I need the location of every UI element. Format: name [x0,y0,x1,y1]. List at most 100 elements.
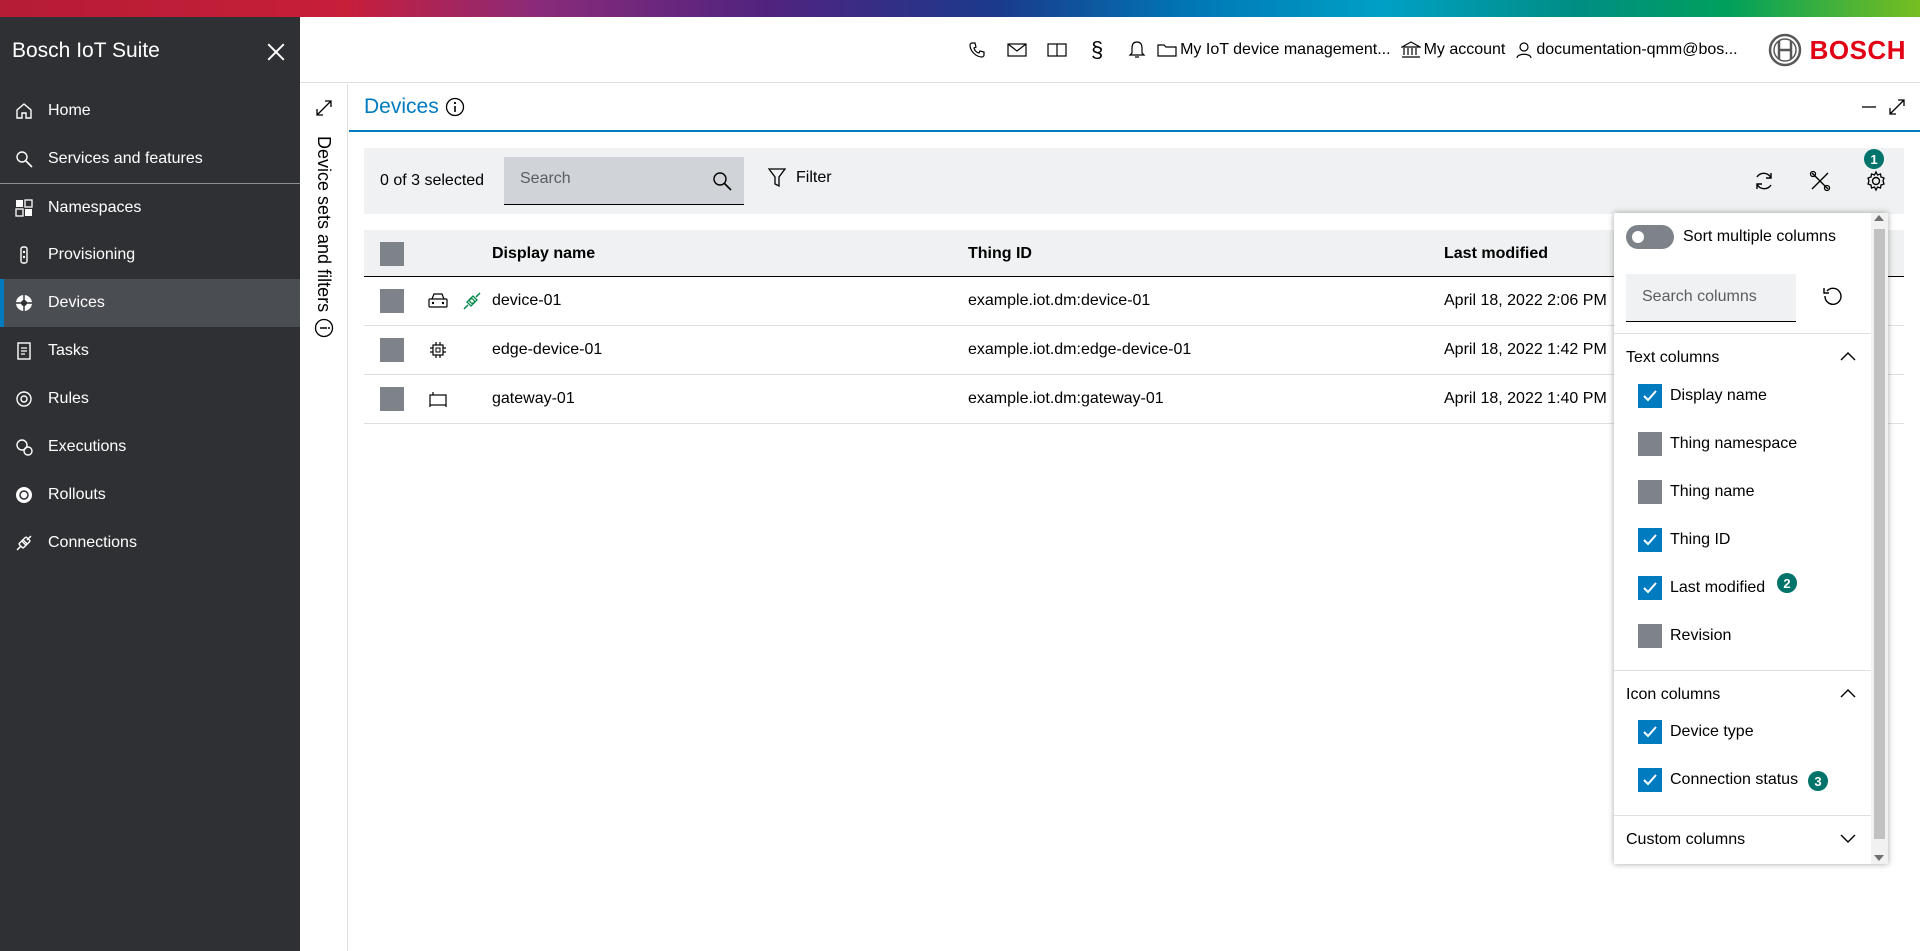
tasks-icon [14,341,34,361]
namespaces-icon [14,198,34,218]
tools-button[interactable] [1792,148,1848,214]
page-header: Devices [349,84,1920,132]
column-option-connection-status[interactable]: Connection status [1638,768,1798,792]
device-sets-toggle[interactable]: Device sets and filters [313,136,334,338]
checkbox-unchecked[interactable] [1638,624,1662,648]
checkbox-checked[interactable] [1638,384,1662,408]
refresh-button[interactable] [1736,148,1792,214]
checkbox-checked[interactable] [1638,528,1662,552]
subscription-link[interactable]: My IoT device management... [1157,41,1391,59]
select-all-checkbox[interactable] [380,242,404,266]
column-option-last-modified[interactable]: Last modified [1638,576,1765,600]
search-field[interactable] [504,157,744,205]
column-option-device-type[interactable]: Device type [1638,720,1754,744]
reset-icon[interactable] [1822,285,1844,307]
step-badge: 1 [1864,149,1884,169]
sidebar-item-label: Devices [48,294,105,311]
sidebar-item-provisioning[interactable]: Provisioning [0,231,300,279]
chip-icon [430,342,446,358]
sidebar-item-connections[interactable]: Connections [0,519,300,567]
provisioning-icon [14,245,34,265]
account-link[interactable]: My account [1400,41,1505,59]
paragraph-icon[interactable]: § [1077,17,1117,83]
close-icon[interactable] [265,41,287,63]
toolbar-actions: 1 [1736,148,1904,214]
expand-icon[interactable] [314,98,334,118]
sidebar-item-namespaces[interactable]: Namespaces [0,183,300,231]
column-settings-popover: Sort multiple columns Text columns Displ… [1614,213,1888,864]
column-header-last-modified[interactable]: Last modified [1444,245,1548,263]
filter-button[interactable]: Filter [768,168,832,188]
custom-columns-section-header[interactable]: Custom columns [1614,815,1871,863]
minimize-icon[interactable] [1860,98,1878,116]
user-link[interactable]: documentation-qmm@bos... [1515,41,1738,59]
sidebar-title: Bosch IoT Suite [12,39,160,62]
check-icon [1643,582,1657,594]
search-icon [14,149,34,169]
book-icon[interactable] [1037,17,1077,83]
popover-scrollbar[interactable] [1871,213,1888,864]
filter-icon [768,168,786,188]
info-icon[interactable] [445,97,465,117]
refresh-icon [1756,172,1772,190]
bell-icon[interactable] [1117,17,1157,83]
sidebar-item-home[interactable]: Home [0,87,300,135]
sidebar-item-devices[interactable]: Devices [0,279,300,327]
top-header: § My IoT device management... My account… [300,17,1920,83]
column-option-label: Display name [1670,387,1767,404]
sidebar-item-rules[interactable]: Rules [0,375,300,423]
column-header-thing-id[interactable]: Thing ID [968,245,1032,263]
column-search-input[interactable] [1642,288,1782,306]
devices-icon [14,293,34,313]
sidebar-item-label: Home [48,102,91,119]
sort-multiple-row: Sort multiple columns [1626,225,1836,249]
page-title-text: Devices [364,95,439,118]
column-option-revision[interactable]: Revision [1638,624,1731,648]
scrollbar-thumb[interactable] [1874,229,1885,839]
sidebar-item-tasks[interactable]: Tasks [0,327,300,375]
sidebar-item-executions[interactable]: Executions [0,423,300,471]
sort-multiple-toggle[interactable] [1626,225,1674,249]
row-checkbox[interactable] [380,387,404,411]
sidebar-item-rollouts[interactable]: Rollouts [0,471,300,519]
column-header-display-name[interactable]: Display name [492,245,595,263]
checkbox-checked[interactable] [1638,768,1662,792]
brand-color-bar [0,0,1920,17]
user-icon [1516,42,1532,59]
checkbox-unchecked[interactable] [1638,432,1662,456]
column-option-label: Last modified [1670,579,1766,596]
gateway-icon [429,392,447,407]
selection-count: 0 of 3 selected [380,172,485,189]
checkbox-checked[interactable] [1638,720,1662,744]
chevron-up-icon [1840,352,1856,361]
checkbox-unchecked[interactable] [1638,480,1662,504]
cell-display-name: edge-device-01 [492,341,603,358]
row-checkbox[interactable] [380,338,404,362]
column-search-field[interactable] [1626,274,1796,322]
search-icon[interactable] [712,171,732,191]
phone-icon[interactable] [957,17,997,83]
maximize-icon[interactable] [1888,98,1906,116]
scroll-down-icon[interactable] [1874,855,1884,861]
column-option-display-name[interactable]: Display name [1638,384,1767,408]
column-option-thing-name[interactable]: Thing name [1638,480,1755,504]
chevron-down-icon [1840,834,1856,843]
checkbox-checked[interactable] [1638,576,1662,600]
column-option-thing-id[interactable]: Thing ID [1638,528,1730,552]
icon-columns-section-header[interactable]: Icon columns [1614,670,1871,718]
bank-icon [1400,41,1421,58]
device-sets-label: Device sets and filters [314,136,334,313]
connected-icon [463,292,481,310]
mail-icon[interactable] [997,17,1037,83]
cell-thing-id: example.iot.dm:device-01 [968,292,1151,309]
search-input[interactable] [520,170,700,188]
text-columns-section-header[interactable]: Text columns [1614,333,1871,381]
column-option-thing-namespace[interactable]: Thing namespace [1638,432,1797,456]
sidebar-item-services[interactable]: Services and features [0,135,300,183]
rollouts-icon [14,485,34,505]
scroll-up-icon[interactable] [1874,215,1884,221]
row-checkbox[interactable] [380,289,404,313]
column-settings-button[interactable]: 1 [1848,148,1904,214]
sidebar-item-label: Services and features [48,150,203,167]
column-option-label: Device type [1670,723,1754,740]
